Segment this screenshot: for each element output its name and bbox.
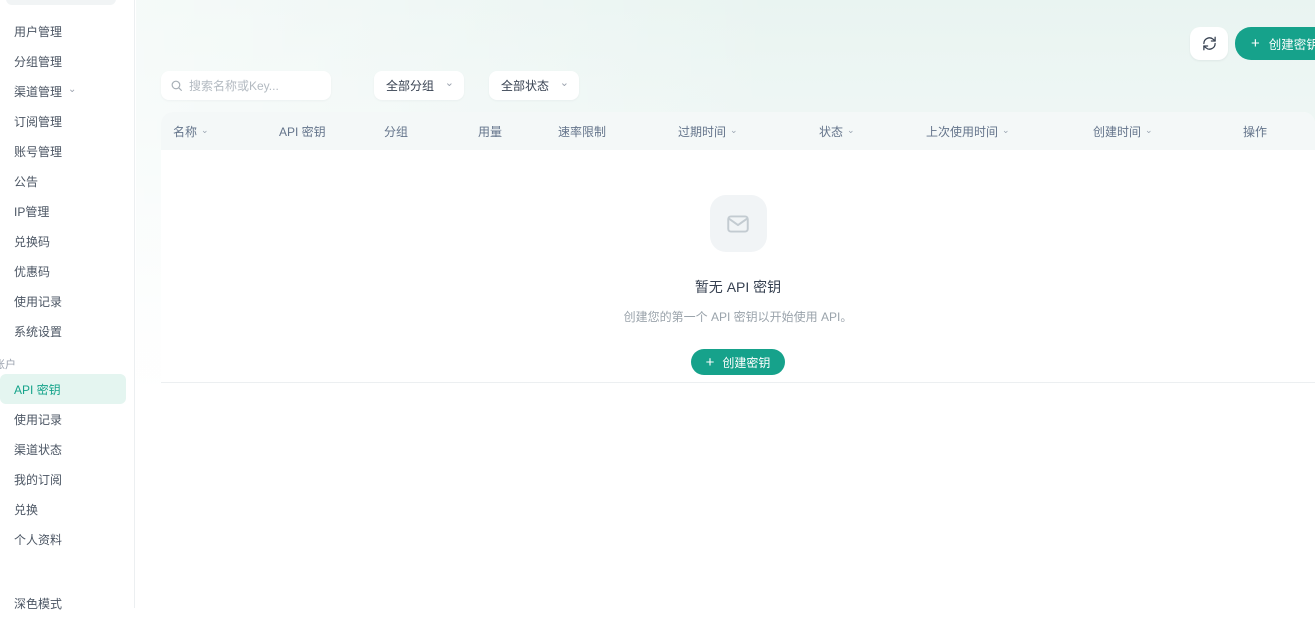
plus-icon: + bbox=[1251, 36, 1260, 51]
column-header-expiry[interactable]: 过期时间⌄ bbox=[678, 123, 819, 140]
sidebar-item-channel-status[interactable]: 渠道状态 bbox=[0, 434, 126, 464]
sidebar-item-label: 分组管理 bbox=[14, 53, 62, 70]
sidebar-item-redeem[interactable]: 兑换 bbox=[0, 494, 126, 524]
refresh-icon bbox=[1202, 36, 1217, 51]
empty-state-icon-box bbox=[710, 195, 767, 252]
column-header-last-used[interactable]: 上次使用时间⌄ bbox=[926, 123, 1093, 140]
sidebar: 用户管理 分组管理 渠道管理 ⌄ 订阅管理 账号管理 公告 IP管理 兑换码 优惠… bbox=[0, 0, 135, 608]
empty-state-title: 暂无 API 密钥 bbox=[695, 277, 781, 297]
column-header-group[interactable]: 分组 bbox=[384, 123, 478, 140]
sidebar-nav: 用户管理 分组管理 渠道管理 ⌄ 订阅管理 账号管理 公告 IP管理 兑换码 优惠… bbox=[0, 16, 126, 554]
sort-icon: ⌄ bbox=[201, 126, 209, 135]
sidebar-item-label: 使用记录 bbox=[14, 411, 62, 428]
plus-icon: + bbox=[706, 355, 715, 370]
sidebar-item-label: 订阅管理 bbox=[14, 113, 62, 130]
chevron-down-icon: ⌄ bbox=[68, 85, 76, 95]
inbox-envelope-icon bbox=[725, 211, 751, 237]
sidebar-item-label: 用户管理 bbox=[14, 23, 62, 40]
search-icon bbox=[170, 79, 183, 92]
sort-icon: ⌄ bbox=[730, 126, 738, 135]
sidebar-item-account-management[interactable]: 账号管理 bbox=[0, 136, 126, 166]
sidebar-item-usage-records[interactable]: 使用记录 bbox=[0, 404, 126, 434]
sidebar-item-usage-logs[interactable]: 使用记录 bbox=[0, 286, 126, 316]
search-input[interactable] bbox=[161, 71, 331, 100]
sort-icon: ⌄ bbox=[1002, 126, 1010, 135]
table-header-row: 名称⌄ API 密钥 分组 用量 速率限制 过期时间⌄ 状态⌄ 上次使用时间⌄ … bbox=[161, 112, 1315, 150]
column-header-rate-limit[interactable]: 速率限制 bbox=[558, 123, 678, 140]
sidebar-section-account: 账户 bbox=[0, 354, 120, 374]
filter-bar: 全部分组 ⌄ 全部状态 ⌄ bbox=[161, 71, 579, 100]
content-background bbox=[136, 384, 1315, 608]
sidebar-item-label: 账号管理 bbox=[14, 143, 62, 160]
sidebar-item-channel-management[interactable]: 渠道管理 ⌄ bbox=[0, 76, 126, 106]
sidebar-item-label: 我的订阅 bbox=[14, 471, 62, 488]
sidebar-item-label: IP管理 bbox=[14, 203, 49, 220]
group-filter-select[interactable]: 全部分组 ⌄ bbox=[374, 71, 464, 100]
sidebar-item-label: 公告 bbox=[14, 173, 38, 190]
sort-icon: ⌄ bbox=[847, 126, 855, 135]
column-header-status[interactable]: 状态⌄ bbox=[819, 123, 926, 140]
sidebar-item-user-management[interactable]: 用户管理 bbox=[0, 16, 126, 46]
sidebar-item-label: 系统设置 bbox=[14, 323, 62, 340]
sidebar-item-subscription-management[interactable]: 订阅管理 bbox=[0, 106, 126, 136]
refresh-button[interactable] bbox=[1190, 27, 1228, 60]
main-content: + 创建密钥 全部分组 ⌄ 全部状态 ⌄ 名称⌄ API 密钥 分组 用量 bbox=[136, 0, 1315, 608]
sidebar-item-label: 渠道管理 bbox=[14, 83, 62, 100]
status-filter-select[interactable]: 全部状态 ⌄ bbox=[489, 71, 579, 100]
sidebar-item-group-management[interactable]: 分组管理 bbox=[0, 46, 126, 76]
column-header-actions: 操作 bbox=[1243, 123, 1303, 140]
sidebar-item-redemption-codes[interactable]: 兑换码 bbox=[0, 226, 126, 256]
sidebar-item-profile[interactable]: 个人资料 bbox=[0, 524, 126, 554]
create-key-button-empty[interactable]: + 创建密钥 bbox=[691, 349, 786, 375]
sidebar-item-api-keys[interactable]: API 密钥 bbox=[0, 374, 126, 404]
sidebar-item-label: 兑换码 bbox=[14, 233, 50, 250]
sidebar-item-my-subscriptions[interactable]: 我的订阅 bbox=[0, 464, 126, 494]
sidebar-item-label: 深色模式 bbox=[14, 595, 62, 612]
column-header-created[interactable]: 创建时间⌄ bbox=[1093, 123, 1243, 140]
create-key-label: 创建密钥 bbox=[1269, 34, 1315, 53]
column-header-usage[interactable]: 用量 bbox=[478, 123, 558, 140]
sidebar-item-announcements[interactable]: 公告 bbox=[0, 166, 126, 196]
sidebar-item-ip-management[interactable]: IP管理 bbox=[0, 196, 126, 226]
group-filter-value: 全部分组 bbox=[386, 77, 434, 94]
sidebar-item-label: 优惠码 bbox=[14, 263, 50, 280]
api-keys-table-card: 名称⌄ API 密钥 分组 用量 速率限制 过期时间⌄ 状态⌄ 上次使用时间⌄ … bbox=[161, 112, 1315, 383]
chevron-down-icon: ⌄ bbox=[560, 78, 569, 89]
sidebar-partial-item bbox=[6, 0, 116, 5]
create-key-button-top[interactable]: + 创建密钥 bbox=[1235, 27, 1315, 60]
column-header-api-key[interactable]: API 密钥 bbox=[279, 123, 384, 140]
status-filter-value: 全部状态 bbox=[501, 77, 549, 94]
sort-icon: ⌄ bbox=[1145, 126, 1153, 135]
sidebar-item-dark-mode[interactable]: 深色模式 bbox=[0, 588, 126, 618]
column-header-name[interactable]: 名称⌄ bbox=[173, 123, 279, 140]
sidebar-item-system-settings[interactable]: 系统设置 bbox=[0, 316, 126, 346]
sidebar-item-coupon-codes[interactable]: 优惠码 bbox=[0, 256, 126, 286]
empty-state: 暂无 API 密钥 创建您的第一个 API 密钥以开始使用 API。 + 创建密… bbox=[161, 195, 1315, 375]
sidebar-item-label: 使用记录 bbox=[14, 293, 62, 310]
sidebar-item-label: API 密钥 bbox=[14, 381, 61, 398]
sidebar-item-label: 渠道状态 bbox=[14, 441, 62, 458]
sidebar-item-label: 个人资料 bbox=[14, 531, 62, 548]
chevron-down-icon: ⌄ bbox=[445, 78, 454, 89]
search-box bbox=[161, 71, 331, 100]
sidebar-item-label: 兑换 bbox=[14, 501, 38, 518]
empty-state-subtitle: 创建您的第一个 API 密钥以开始使用 API。 bbox=[624, 308, 853, 325]
create-key-label: 创建密钥 bbox=[722, 354, 770, 371]
